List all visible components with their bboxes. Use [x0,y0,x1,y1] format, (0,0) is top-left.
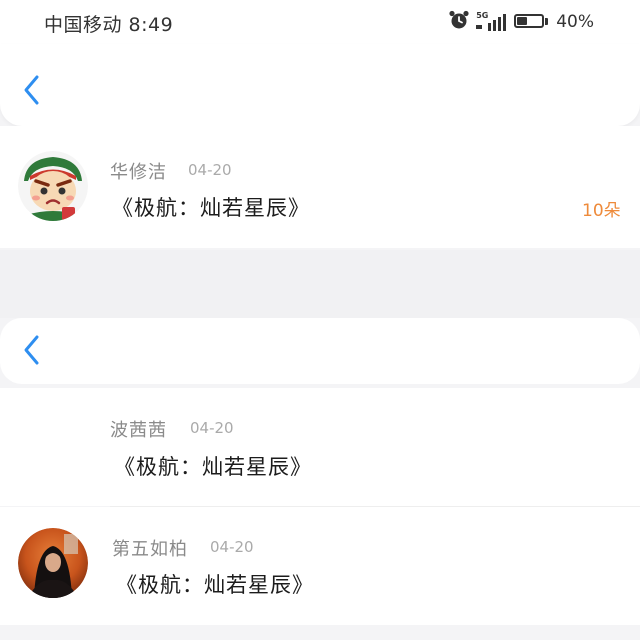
user-name: 华修洁 [110,162,167,183]
date: 04-20 [188,161,232,179]
status-icons: 5G 40% [448,10,594,34]
chevron-left-icon [24,75,39,105]
status-bar: 中国移动 8:49 5G 40% [0,0,640,44]
user-name: 波茜茜 [110,420,167,441]
alarm-icon [448,9,470,35]
work-title[interactable]: 《极航：灿若星辰》 [114,451,312,481]
work-title[interactable]: 《极航：灿若星辰》 [116,569,314,599]
battery-icon [514,13,550,31]
date: 04-20 [210,538,254,556]
battery-percent: 40% [556,12,594,32]
work-title[interactable]: 《极航：灿若星辰》 [112,192,310,222]
top-header [0,44,640,126]
carrier-time: 中国移动 8:49 [44,14,174,36]
chevron-left-icon [24,335,39,365]
avatar [18,151,88,221]
gift-count: 10朵 [582,201,621,221]
signal-icon: 5G [476,11,508,33]
user-name: 第五如柏 [112,539,188,560]
list-item[interactable]: 第五如柏 04-20 《极航：灿若星辰》 [0,507,640,625]
back-button[interactable] [14,70,48,110]
list-item[interactable]: 华修洁 04-20 《极航：灿若星辰》 10朵 [0,126,640,248]
back-button[interactable] [14,330,48,370]
avatar [18,528,88,598]
section-gap [0,250,640,318]
list-item[interactable]: 波茜茜 04-20 《极航：灿若星辰》 [0,388,640,506]
mid-header [0,318,640,384]
date: 04-20 [190,419,234,437]
